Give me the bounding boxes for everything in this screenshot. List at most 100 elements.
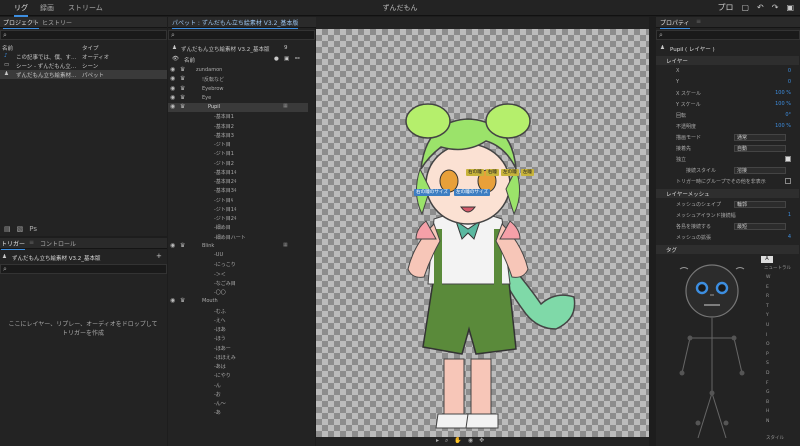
prop-x[interactable]: X0: [656, 67, 799, 76]
layer-row[interactable]: ◉ ♛ Mouth: [168, 297, 308, 306]
redo-icon[interactable]: ↷: [772, 3, 779, 12]
tag-label[interactable]: H: [766, 409, 769, 414]
project-search-input[interactable]: ⌕: [0, 30, 167, 40]
layer-section[interactable]: レイヤー: [656, 56, 799, 65]
tag-label[interactable]: P: [766, 352, 769, 357]
layer-row[interactable]: -〇〇: [168, 288, 308, 297]
lock-icon[interactable]: ▣: [284, 56, 289, 62]
handle-right-eye[interactable]: 右の瞳: [466, 169, 484, 176]
mesh-section[interactable]: レイヤーメッシュ: [656, 189, 799, 198]
tab-trigger[interactable]: トリガー: [1, 239, 26, 250]
layer-row[interactable]: -ほほえみ: [168, 353, 308, 362]
eye-icon[interactable]: ◉: [170, 66, 175, 73]
handle-right-pupil[interactable]: 右瞳: [485, 169, 499, 176]
list-item[interactable]: ♪ この記事では、僕、す… オーディオ: [0, 52, 167, 61]
layout-icon[interactable]: ▣: [786, 3, 794, 12]
tag-label[interactable]: G: [766, 390, 770, 395]
blend-mode-select[interactable]: 通常: [734, 134, 786, 141]
crown-icon[interactable]: ♛: [180, 66, 185, 73]
crown-icon[interactable]: ♛: [180, 103, 185, 110]
crown-icon[interactable]: ♛: [180, 242, 185, 249]
trigger-hide-checkbox[interactable]: [785, 178, 791, 184]
layer-row[interactable]: ◉ ♛ Eye: [168, 94, 308, 103]
layer-row[interactable]: -基本目2: [168, 122, 308, 131]
list-item[interactable]: ▭ シーン - ずんだもん立… シーン: [0, 61, 167, 70]
menu-icon[interactable]: ≡: [29, 239, 34, 246]
crown-icon[interactable]: ♛: [180, 85, 185, 92]
layer-row[interactable]: -えへ: [168, 316, 308, 325]
select-tool-icon[interactable]: ▸: [436, 437, 445, 444]
joint-style-select[interactable]: 溶接: [734, 167, 786, 174]
tag-a-button[interactable]: A: [761, 256, 773, 263]
tag-label[interactable]: O: [766, 342, 770, 347]
handle-tool-icon[interactable]: ◉: [468, 437, 479, 444]
tag-label[interactable]: T: [766, 304, 769, 309]
prop-x-scale[interactable]: X スケール 100 %: [656, 89, 799, 98]
layer-row[interactable]: ◉ ♛ Blink ▦: [168, 242, 308, 251]
tag-label[interactable]: Y: [766, 313, 769, 318]
layer-row[interactable]: -基本目3ｷ: [168, 186, 308, 195]
layer-row[interactable]: -基本目1ｷ: [168, 168, 308, 177]
layer-row[interactable]: -あ: [168, 408, 308, 417]
prop-y-scale[interactable]: Y スケール 100 %: [656, 100, 799, 109]
handle-left-eye[interactable]: 左の瞳: [501, 169, 519, 176]
crown-icon[interactable]: ♛: [180, 94, 185, 101]
layer-row[interactable]: ◉ ♛ Eyebrow: [168, 85, 308, 94]
link-icon[interactable]: ⚯: [295, 56, 300, 62]
eye-icon[interactable]: ◉: [170, 75, 175, 82]
trigger-search-input[interactable]: ⌕: [0, 264, 167, 274]
tag-face-body-icon[interactable]: [670, 263, 755, 443]
layer-row[interactable]: -ほあ: [168, 325, 308, 334]
layer-row[interactable]: ◉ ♛ zundamon: [168, 66, 308, 75]
mesh-connect-select[interactable]: 最短: [734, 223, 786, 230]
layer-row[interactable]: -細め目: [168, 223, 308, 232]
prop-rotation[interactable]: 回転 0°: [656, 111, 799, 120]
handle-right-eye-size[interactable]: 右の瞳のサイズ: [414, 189, 451, 196]
independent-checkbox[interactable]: [785, 156, 791, 162]
tab-control[interactable]: コントロール: [40, 239, 76, 248]
properties-search-input[interactable]: ⌕: [656, 30, 800, 40]
layer-row[interactable]: -基本目3: [168, 131, 308, 140]
layer-row[interactable]: -にやり: [168, 371, 308, 380]
layer-row[interactable]: -にっこり: [168, 260, 308, 269]
eye-icon[interactable]: ◉: [170, 85, 175, 92]
layer-row[interactable]: -UU: [168, 251, 308, 260]
share-icon[interactable]: ▢: [741, 3, 749, 12]
layer-row[interactable]: -ほあー: [168, 344, 308, 353]
layer-row[interactable]: -ジト目2: [168, 159, 308, 168]
eye-icon[interactable]: ◉: [170, 297, 175, 304]
puppet-search-input[interactable]: ⌕: [168, 30, 315, 40]
layer-row[interactable]: -ん～: [168, 399, 308, 408]
tag-label[interactable]: B: [766, 400, 769, 405]
mesh-shape-select[interactable]: 輪郭: [734, 201, 786, 208]
tag-label[interactable]: R: [766, 294, 769, 299]
tag-section[interactable]: タグ: [656, 245, 799, 254]
tag-label[interactable]: I: [766, 333, 767, 338]
tag-label[interactable]: N: [766, 419, 769, 424]
mesh-density-value[interactable]: 1: [788, 212, 791, 218]
layer-row[interactable]: -ジト目1ｷ: [168, 205, 308, 214]
import-icon[interactable]: Ps: [29, 225, 37, 233]
crown-icon[interactable]: ♛: [180, 297, 185, 304]
tag-label[interactable]: U: [766, 323, 769, 328]
list-item[interactable]: ♟ ずんだもん立ち絵素材… パペット: [0, 70, 167, 79]
attach-select[interactable]: 自動: [734, 145, 786, 152]
tag-label[interactable]: D: [766, 371, 769, 376]
layer-row[interactable]: -お: [168, 390, 308, 399]
undo-icon[interactable]: ↶: [757, 3, 764, 12]
eye-icon[interactable]: ◉: [170, 94, 175, 101]
handle-left-eye-size[interactable]: 左の瞳のサイズ: [454, 189, 491, 196]
menu-icon[interactable]: ≡: [696, 18, 701, 25]
menu-icon[interactable]: ≡: [32, 18, 37, 25]
scene-canvas[interactable]: 右の瞳 右瞳 左の瞳 左瞳 右の瞳のサイズ 左の瞳のサイズ: [316, 29, 649, 437]
layer-row[interactable]: -あは: [168, 362, 308, 371]
layer-row[interactable]: -ジト目ｷ: [168, 196, 308, 205]
layer-row[interactable]: -基本目1: [168, 112, 308, 121]
tab-history[interactable]: ヒストリー: [42, 18, 72, 27]
layer-row[interactable]: ◉ ♛ !反転など: [168, 75, 308, 84]
layer-row[interactable]: -むふ: [168, 307, 308, 316]
zoom-tool-icon[interactable]: ⌕: [445, 437, 454, 444]
dragger-tool-icon[interactable]: ✥: [479, 437, 490, 444]
add-trigger-button[interactable]: +: [156, 253, 162, 260]
eye-icon[interactable]: ◉: [170, 242, 175, 249]
